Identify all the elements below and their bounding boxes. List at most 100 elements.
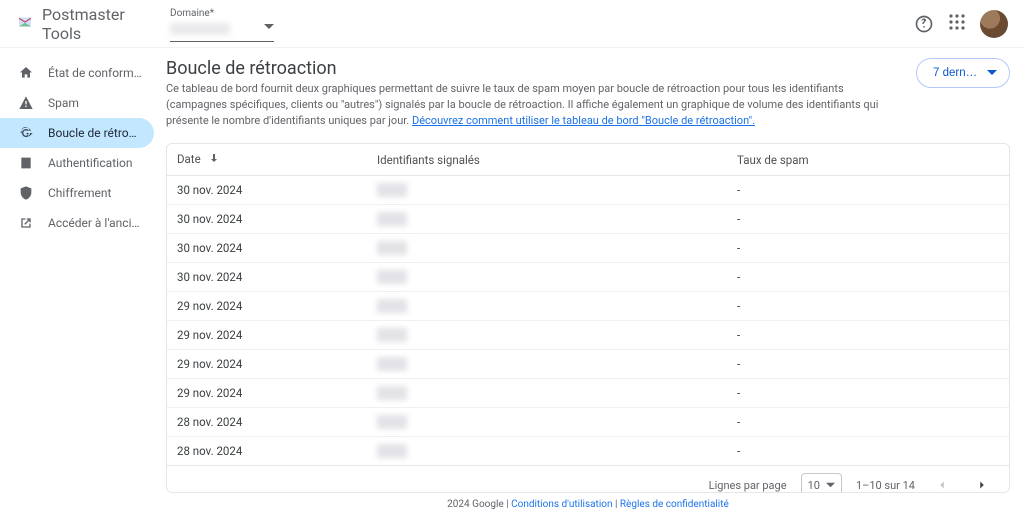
sidebar-item-encryption[interactable]: Chiffrement xyxy=(0,178,154,208)
app-header: Postmaster Tools Domaine* xyxy=(0,0,1024,48)
cell-ids xyxy=(367,234,727,263)
prev-page-button[interactable] xyxy=(929,472,955,493)
cell-ids xyxy=(367,350,727,379)
cell-ids xyxy=(367,176,727,205)
loop-icon xyxy=(18,125,34,141)
sidebar-item-spam[interactable]: Spam xyxy=(0,88,154,118)
table-row: 29 nov. 2024 - xyxy=(167,350,1009,379)
footer-privacy-link[interactable]: Règles de confidentialité xyxy=(620,499,729,510)
col-header-date[interactable]: Date xyxy=(167,144,367,176)
cell-ids xyxy=(367,437,727,466)
cell-spam: - xyxy=(727,263,1009,292)
cell-ids xyxy=(367,408,727,437)
app-logo: Postmaster Tools xyxy=(16,5,158,43)
footer-terms-link[interactable]: Conditions d'utilisation xyxy=(511,499,612,510)
cell-spam: - xyxy=(727,437,1009,466)
cell-date: 29 nov. 2024 xyxy=(167,350,367,379)
caret-down-icon xyxy=(264,21,274,36)
cell-spam: - xyxy=(727,350,1009,379)
data-table-card: Date Identifiants signalés Taux de spam … xyxy=(166,143,1010,493)
page-footer: 2024 Google | Conditions d'utilisation |… xyxy=(166,493,1010,510)
cell-date: 30 nov. 2024 xyxy=(167,263,367,292)
cell-date: 29 nov. 2024 xyxy=(167,379,367,408)
sidebar-item-label: Authentification xyxy=(48,156,133,170)
shield-icon xyxy=(18,185,34,201)
sidebar-item-label: Chiffrement xyxy=(48,186,111,200)
sidebar-item-feedback-loop[interactable]: Boucle de rétroaction xyxy=(0,118,154,148)
page-title: Boucle de rétroaction xyxy=(166,58,904,79)
report-icon xyxy=(18,95,34,111)
cell-spam: - xyxy=(727,292,1009,321)
postmaster-logo-icon xyxy=(16,13,34,35)
feedback-loop-table: Date Identifiants signalés Taux de spam … xyxy=(167,144,1009,465)
cell-date: 28 nov. 2024 xyxy=(167,408,367,437)
table-pager: Lignes par page 10 1–10 sur 14 xyxy=(167,465,1009,493)
table-row: 28 nov. 2024 - xyxy=(167,437,1009,466)
cell-date: 29 nov. 2024 xyxy=(167,321,367,350)
rows-per-page-label: Lignes par page xyxy=(709,479,787,492)
sidebar-item-authentication[interactable]: Authentification xyxy=(0,148,154,178)
redacted-value xyxy=(377,415,407,429)
date-range-label: 7 derniers j... xyxy=(933,67,979,79)
cell-ids xyxy=(367,205,727,234)
redacted-value xyxy=(377,357,407,371)
footer-copyright: 2024 Google xyxy=(447,499,504,510)
sidebar-item-label: Boucle de rétroaction xyxy=(48,126,142,140)
sidebar-item-old-version[interactable]: Accéder à l'ancienne versi... xyxy=(0,208,154,238)
rows-per-page-value: 10 xyxy=(808,479,820,492)
app-title: Postmaster Tools xyxy=(42,5,158,43)
page-range: 1–10 sur 14 xyxy=(856,479,915,492)
cell-spam: - xyxy=(727,205,1009,234)
cell-ids xyxy=(367,379,727,408)
next-page-button[interactable] xyxy=(969,472,995,493)
cell-date: 30 nov. 2024 xyxy=(167,176,367,205)
cell-spam: - xyxy=(727,176,1009,205)
redacted-value xyxy=(377,444,407,458)
table-row: 30 nov. 2024 - xyxy=(167,176,1009,205)
help-icon[interactable] xyxy=(914,14,934,34)
col-header-spam[interactable]: Taux de spam xyxy=(727,144,1009,176)
caret-down-icon xyxy=(987,68,997,78)
home-icon xyxy=(18,65,34,81)
domain-selector[interactable]: Domaine* xyxy=(170,6,274,42)
domain-selector-label: Domaine* xyxy=(170,8,274,19)
main-content: Boucle de rétroaction Ce tableau de bord… xyxy=(160,48,1024,514)
cell-ids xyxy=(367,321,727,350)
redacted-value xyxy=(377,212,407,226)
user-avatar[interactable] xyxy=(980,10,1008,38)
caret-down-icon xyxy=(826,481,835,490)
cell-date: 28 nov. 2024 xyxy=(167,437,367,466)
external-link-icon xyxy=(18,215,34,231)
cell-spam: - xyxy=(727,408,1009,437)
col-header-ids[interactable]: Identifiants signalés xyxy=(367,144,727,176)
rows-per-page-select[interactable]: 10 xyxy=(801,473,842,493)
cell-date: 29 nov. 2024 xyxy=(167,292,367,321)
redacted-value xyxy=(377,241,407,255)
table-row: 29 nov. 2024 - xyxy=(167,292,1009,321)
table-row: 30 nov. 2024 - xyxy=(167,205,1009,234)
cell-date: 30 nov. 2024 xyxy=(167,205,367,234)
redacted-value xyxy=(377,183,407,197)
badge-icon xyxy=(18,155,34,171)
sort-descending-icon xyxy=(208,152,220,167)
redacted-value xyxy=(377,328,407,342)
cell-spam: - xyxy=(727,321,1009,350)
cell-ids xyxy=(367,292,727,321)
table-row: 30 nov. 2024 - xyxy=(167,263,1009,292)
sidebar-item-compliance[interactable]: État de conformité xyxy=(0,58,154,88)
sidebar-item-label: Accéder à l'ancienne versi... xyxy=(48,216,142,230)
cell-spam: - xyxy=(727,234,1009,263)
redacted-value xyxy=(377,299,407,313)
sidebar-nav: État de conformité Spam Boucle de rétroa… xyxy=(0,48,160,514)
table-row: 30 nov. 2024 - xyxy=(167,234,1009,263)
table-row: 28 nov. 2024 - xyxy=(167,408,1009,437)
sidebar-item-label: État de conformité xyxy=(48,66,142,80)
page-description: Ce tableau de bord fournit deux graphiqu… xyxy=(166,81,896,129)
date-range-button[interactable]: 7 derniers j... xyxy=(916,58,1010,88)
learn-more-link[interactable]: Découvrez comment utiliser le tableau de… xyxy=(412,114,755,127)
sidebar-item-label: Spam xyxy=(48,96,79,110)
redacted-value xyxy=(377,386,407,400)
cell-date: 30 nov. 2024 xyxy=(167,234,367,263)
cell-ids xyxy=(367,263,727,292)
apps-grid-icon[interactable] xyxy=(948,13,966,35)
